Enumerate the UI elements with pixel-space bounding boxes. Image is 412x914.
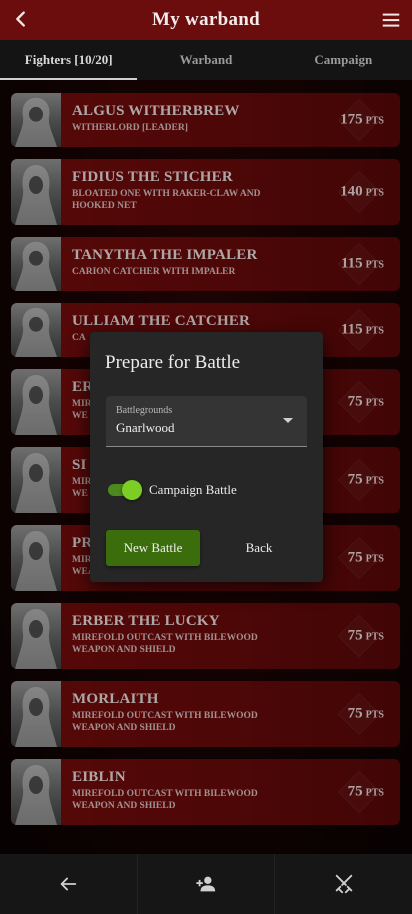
back-button[interactable]: Back — [230, 530, 288, 566]
add-fighter-button[interactable] — [136, 854, 275, 914]
arrow-left-icon — [60, 877, 77, 891]
select-label: Battlegrounds — [116, 405, 173, 416]
toggle-knob — [122, 480, 142, 500]
crossed-swords-icon — [335, 874, 352, 894]
tab-warband[interactable]: Warband — [137, 40, 274, 80]
arrow-left-icon[interactable] — [10, 8, 32, 30]
nav-back-button[interactable] — [0, 854, 137, 914]
tab-campaign[interactable]: Campaign — [275, 40, 412, 80]
app-bar: My warband — [0, 0, 412, 40]
tab-bar: Fighters [10/20] Warband Campaign — [0, 40, 412, 80]
dropdown-caret-icon — [283, 418, 293, 423]
dialog-title: Prepare for Battle — [105, 352, 241, 373]
add-person-icon — [196, 876, 216, 892]
battle-button[interactable] — [274, 854, 412, 914]
page-title: My warband — [151, 9, 261, 30]
hamburger-menu-icon[interactable] — [380, 9, 402, 31]
tab-fighters[interactable]: Fighters [10/20] — [0, 40, 138, 80]
battlegrounds-select[interactable]: Battlegrounds Gnarlwood — [106, 396, 307, 447]
toggle-label: Campaign Battle — [149, 482, 237, 497]
campaign-battle-toggle[interactable] — [106, 478, 142, 502]
select-value: Gnarlwood — [116, 420, 175, 435]
prepare-battle-dialog: Prepare for Battle Battlegrounds Gnarlwo… — [90, 332, 323, 582]
new-battle-button[interactable]: New Battle — [106, 530, 200, 566]
bottom-nav — [0, 854, 412, 914]
